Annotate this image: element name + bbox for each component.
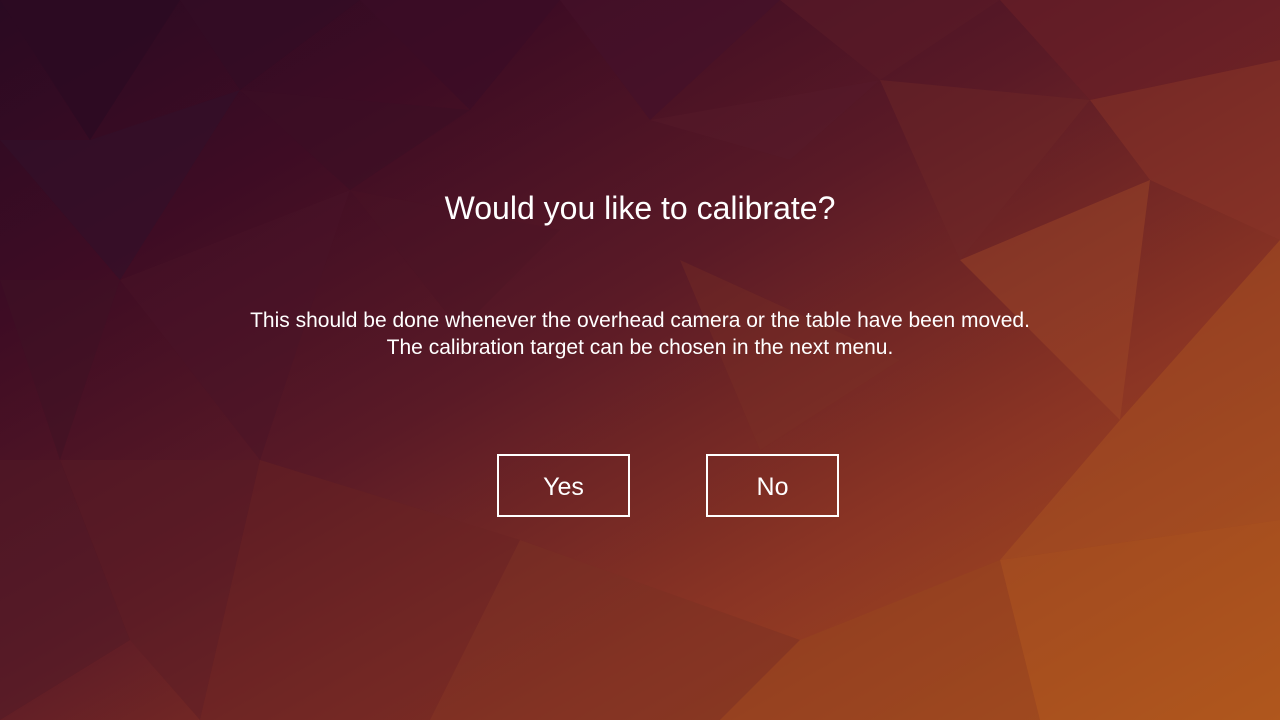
no-button[interactable]: No xyxy=(706,454,839,517)
description-line-2: The calibration target can be chosen in … xyxy=(386,336,894,359)
yes-button[interactable]: Yes xyxy=(497,454,630,517)
description-line-1: This should be done whenever the overhea… xyxy=(250,309,1030,332)
dialog-title: Would you like to calibrate? xyxy=(444,190,836,226)
dialog-description: This should be done whenever the overhea… xyxy=(0,307,1280,361)
